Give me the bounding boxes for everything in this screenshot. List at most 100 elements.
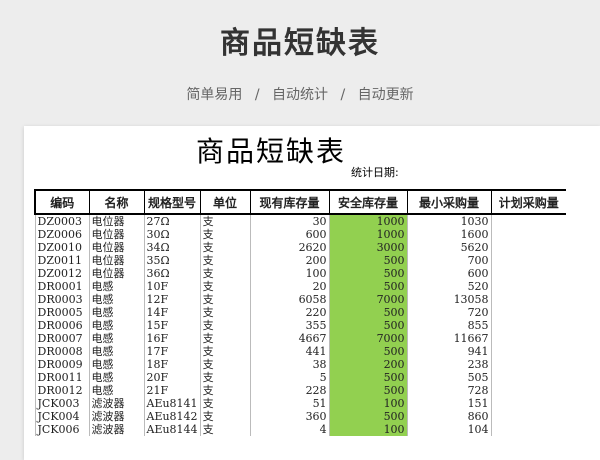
cell-min-purchase: 1600 xyxy=(406,228,492,241)
feature-item: 自动统计 xyxy=(272,87,328,103)
cell-current-stock: 4667 xyxy=(249,332,330,345)
table-row: DR0007 电感 16F 支 4667 7000 11667 xyxy=(34,332,567,345)
cell-code: DZ0006 xyxy=(34,228,89,241)
table-row: DZ0012 电位器 36Ω 支 100 500 600 xyxy=(34,267,567,280)
cell-planned-purchase xyxy=(490,423,567,436)
table-row: DR0006 电感 15F 支 355 500 855 xyxy=(34,319,567,332)
cell-code: DR0001 xyxy=(34,280,89,293)
cell-code: DR0006 xyxy=(34,319,89,332)
cell-code: DR0009 xyxy=(34,358,89,371)
table-row: DZ0010 电位器 34Ω 支 2620 3000 5620 xyxy=(34,241,567,254)
cell-current-stock: 360 xyxy=(249,410,330,423)
cell-min-purchase: 151 xyxy=(406,397,492,410)
spreadsheet-preview: 商品短缺表 统计日期: 编码 名称 规格型号 单位 现有库存量 安全库存量 最小… xyxy=(24,126,600,460)
cell-code: JCK003 xyxy=(34,397,89,410)
cell-spec: 14F xyxy=(143,306,201,319)
cell-name: 滤波器 xyxy=(88,423,144,436)
cell-unit: 支 xyxy=(199,345,251,358)
cell-name: 电位器 xyxy=(88,267,144,280)
table-row: DR0005 电感 14F 支 220 500 720 xyxy=(34,306,567,319)
cell-spec: 21F xyxy=(143,384,201,397)
cell-safety-stock: 1000 xyxy=(328,214,408,228)
cell-safety-stock: 500 xyxy=(328,345,408,358)
cell-min-purchase: 104 xyxy=(406,423,492,436)
cell-planned-purchase xyxy=(490,280,567,293)
column-header-safety-stock: 安全库存量 xyxy=(328,189,408,215)
cell-spec: 18F xyxy=(143,358,201,371)
cell-spec: 27Ω xyxy=(143,214,201,228)
cell-min-purchase: 238 xyxy=(406,358,492,371)
cell-planned-purchase xyxy=(490,384,567,397)
cell-name: 电感 xyxy=(88,332,144,345)
cell-spec: 16F xyxy=(143,332,201,345)
cell-safety-stock: 500 xyxy=(328,319,408,332)
table-row: JCK003 滤波器 AEu8141 支 51 100 151 xyxy=(34,397,567,410)
cell-code: DR0003 xyxy=(34,293,89,306)
cell-current-stock: 355 xyxy=(249,319,330,332)
cell-spec: AEu8141 xyxy=(143,397,201,410)
cell-unit: 支 xyxy=(199,293,251,306)
cell-planned-purchase xyxy=(490,306,567,319)
cell-safety-stock: 500 xyxy=(328,254,408,267)
cell-current-stock: 220 xyxy=(249,306,330,319)
cell-current-stock: 600 xyxy=(249,228,330,241)
cell-name: 电感 xyxy=(88,371,144,384)
cell-safety-stock: 7000 xyxy=(328,332,408,345)
table-row: DZ0006 电位器 30Ω 支 600 1000 1600 xyxy=(34,228,567,241)
cell-planned-purchase xyxy=(490,228,567,241)
cell-planned-purchase xyxy=(490,241,567,254)
cell-current-stock: 441 xyxy=(249,345,330,358)
cell-planned-purchase xyxy=(490,214,567,228)
cell-code: DZ0010 xyxy=(34,241,89,254)
cell-spec: 10F xyxy=(143,280,201,293)
cell-spec: 17F xyxy=(143,345,201,358)
cell-current-stock: 100 xyxy=(249,267,330,280)
table-row: DR0009 电感 18F 支 38 200 238 xyxy=(34,358,567,371)
cell-unit: 支 xyxy=(199,423,251,436)
table-header-row: 编码 名称 规格型号 单位 现有库存量 安全库存量 最小采购量 计划采购量 xyxy=(34,189,567,215)
table-row: JCK004 滤波器 AEu8142 支 360 500 860 xyxy=(34,410,567,423)
cell-code: DZ0012 xyxy=(34,267,89,280)
cell-planned-purchase xyxy=(490,345,567,358)
column-header-current-stock: 现有库存量 xyxy=(249,189,330,215)
column-header-planned-purchase: 计划采购量 xyxy=(490,189,567,215)
page-title: 商品短缺表 xyxy=(220,26,380,61)
cell-safety-stock: 500 xyxy=(328,280,408,293)
cell-name: 电位器 xyxy=(88,228,144,241)
table-row: DR0012 电感 21F 支 228 500 728 xyxy=(34,384,567,397)
cell-spec: 36Ω xyxy=(143,267,201,280)
cell-min-purchase: 941 xyxy=(406,345,492,358)
cell-min-purchase: 728 xyxy=(406,384,492,397)
cell-current-stock: 228 xyxy=(249,384,330,397)
cell-code: DR0005 xyxy=(34,306,89,319)
cell-unit: 支 xyxy=(199,241,251,254)
cell-name: 电感 xyxy=(88,280,144,293)
cell-name: 电感 xyxy=(88,319,144,332)
feature-item: 自动更新 xyxy=(357,87,414,103)
cell-current-stock: 200 xyxy=(249,254,330,267)
cell-current-stock: 6058 xyxy=(249,293,330,306)
feature-tagline: 简单易用 / 自动统计 / 自动更新 xyxy=(0,84,600,104)
cell-unit: 支 xyxy=(199,358,251,371)
cell-code: DR0011 xyxy=(34,371,89,384)
cell-spec: 35Ω xyxy=(143,254,201,267)
cell-planned-purchase xyxy=(490,397,567,410)
cell-unit: 支 xyxy=(199,397,251,410)
cell-min-purchase: 505 xyxy=(406,371,492,384)
cell-planned-purchase xyxy=(490,254,567,267)
stat-date-label: 统计日期: xyxy=(351,166,399,179)
cell-spec: 12F xyxy=(143,293,201,306)
table-row: DR0003 电感 12F 支 6058 7000 13058 xyxy=(34,293,567,306)
cell-unit: 支 xyxy=(199,214,251,228)
column-header-code: 编码 xyxy=(34,189,89,215)
cell-name: 电位器 xyxy=(88,254,144,267)
cell-planned-purchase xyxy=(490,319,567,332)
feature-item: 简单易用 xyxy=(186,87,243,103)
cell-safety-stock: 500 xyxy=(328,384,408,397)
cell-name: 电感 xyxy=(88,345,144,358)
cell-planned-purchase xyxy=(490,358,567,371)
cell-name: 电感 xyxy=(88,306,144,319)
cell-min-purchase: 1030 xyxy=(406,214,492,228)
cell-unit: 支 xyxy=(199,228,251,241)
table-row: JCK006 滤波器 AEu8144 支 4 100 104 xyxy=(34,423,567,436)
